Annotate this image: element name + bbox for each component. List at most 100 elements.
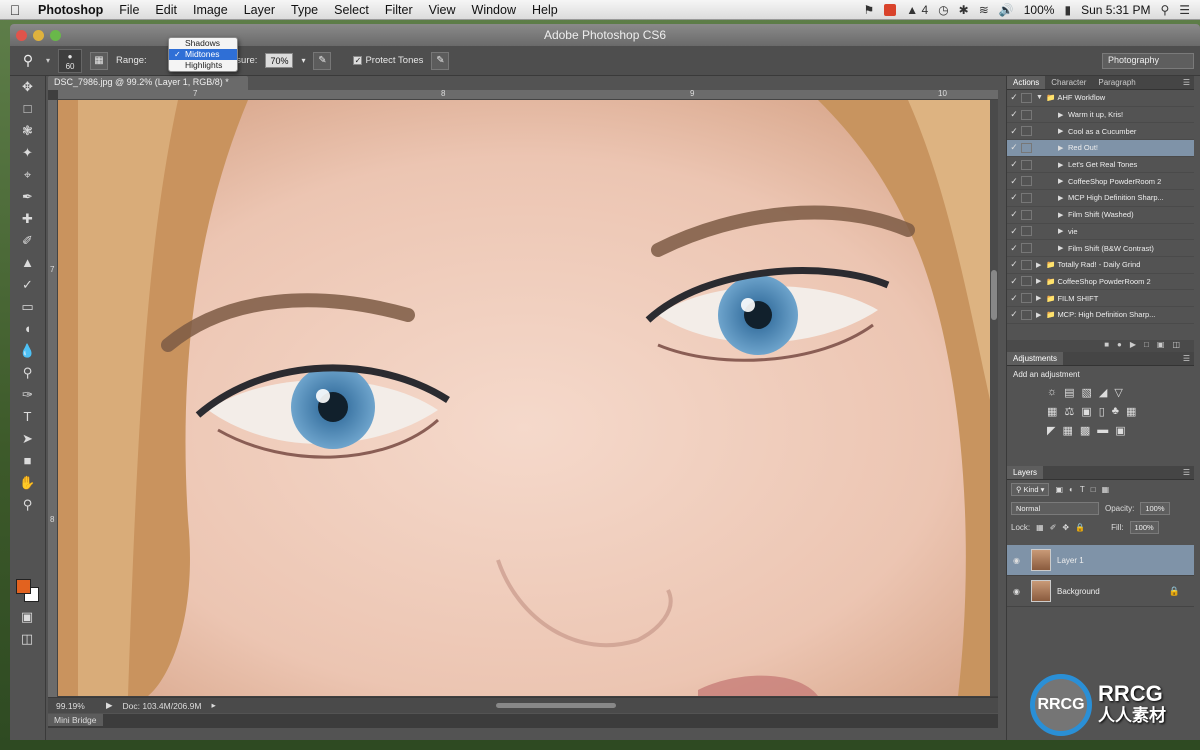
layer-kind-filter[interactable]: ⚲ Kind ▾ (1011, 483, 1050, 496)
vertical-scroll-thumb[interactable] (991, 270, 997, 320)
collapse-triangle-icon[interactable]: ▶ (1036, 294, 1046, 302)
spotlight-icon[interactable]: ⚲ (1160, 3, 1169, 17)
check-icon[interactable]: ✓ (1007, 109, 1021, 120)
check-icon[interactable]: ✓ (1007, 192, 1021, 203)
dialog-toggle[interactable] (1021, 126, 1032, 137)
quick-mask-icon[interactable]: ▣ (14, 607, 40, 627)
lasso-tool-icon[interactable]: ❃ (15, 121, 41, 141)
trash-icon[interactable]: ◫ (1172, 340, 1188, 349)
range-option-shadows[interactable]: Shadows (169, 38, 237, 49)
filter-shape-icon[interactable]: □ (1091, 485, 1096, 494)
horizontal-scrollbar[interactable] (495, 703, 616, 708)
fill-input[interactable]: 100% (1129, 521, 1159, 534)
action-set[interactable]: ✓ ▶ 📁 MCP: High Definition Sharp... (1007, 307, 1194, 324)
tool-preset-chevron-icon[interactable]: ▾ (46, 56, 50, 65)
foreground-color-swatch[interactable] (16, 579, 31, 594)
bluetooth-icon[interactable]: ✱ (959, 3, 969, 17)
menu-filter[interactable]: Filter (377, 3, 421, 17)
action-item[interactable]: ✓ ▶ MCP High Definition Sharp... (1007, 190, 1194, 207)
layer-row-layer-1[interactable]: ◉ Layer 1 (1007, 545, 1194, 576)
collapse-triangle-icon[interactable]: ▶ (1058, 127, 1068, 135)
dialog-toggle[interactable] (1021, 309, 1032, 320)
action-item[interactable]: ✓ ▶ Let's Get Real Tones (1007, 157, 1194, 174)
vertical-scrollbar[interactable] (990, 100, 998, 696)
action-item[interactable]: ✓ ▶ Warm it up, Kris! (1007, 107, 1194, 124)
check-icon[interactable]: ✓ (1007, 309, 1021, 320)
menu-edit[interactable]: Edit (147, 3, 185, 17)
protect-tones-checkbox[interactable]: ✓ (353, 56, 363, 65)
new-set-icon[interactable]: □ (1144, 340, 1157, 349)
action-item-selected[interactable]: ✓ ▶ Red Out! (1007, 140, 1194, 157)
action-set[interactable]: ✓ ▶ 📁 FILM SHIFT (1007, 290, 1194, 307)
dialog-toggle[interactable] (1021, 226, 1032, 237)
protect-tones-option[interactable]: ✓ Protect Tones (353, 55, 423, 66)
type-tool-icon[interactable]: T (15, 407, 41, 427)
dialog-toggle[interactable] (1021, 109, 1032, 120)
check-icon[interactable]: ✓ (1007, 92, 1021, 103)
collapse-triangle-icon[interactable]: ▶ (1036, 311, 1046, 319)
menu-file[interactable]: File (111, 3, 147, 17)
blend-mode-select[interactable]: Normal (1011, 502, 1099, 515)
time-machine-icon[interactable]: ◷ (938, 3, 948, 17)
layer-name[interactable]: Layer 1 (1057, 556, 1084, 565)
tab-layers[interactable]: Layers (1007, 466, 1044, 479)
dialog-toggle[interactable] (1021, 142, 1032, 153)
collapse-triangle-icon[interactable]: ▶ (1036, 277, 1046, 285)
lock-position-icon[interactable]: ✥ (1062, 523, 1069, 532)
zoom-button[interactable] (50, 29, 61, 41)
threshold-icon[interactable]: ▩ (1080, 424, 1090, 437)
shape-tool-icon[interactable]: ■ (15, 451, 41, 471)
collapse-triangle-icon[interactable]: ▶ (1058, 244, 1068, 252)
adobe-count[interactable]: ▲ 4 (906, 3, 928, 17)
dialog-toggle[interactable] (1021, 276, 1032, 287)
vibrance-icon[interactable]: ▽ (1114, 386, 1122, 399)
workspace-switcher[interactable]: Photography (1102, 52, 1194, 69)
exposure-chevron-icon[interactable]: ▾ (301, 56, 305, 65)
action-set[interactable]: ✓ ▶ 📁 Totally Rad! - Daily Grind (1007, 257, 1194, 274)
filter-adjustment-icon[interactable]: ◐ (1069, 485, 1074, 494)
action-item[interactable]: ✓ ▶ Film Shift (Washed) (1007, 207, 1194, 224)
exposure-input[interactable]: 70% (265, 53, 294, 68)
panel-menu-icon[interactable]: ☰ (1177, 76, 1194, 89)
action-set[interactable]: ✓ ▶ 📁 CoffeeShop PowderRoom 2 (1007, 274, 1194, 291)
check-icon[interactable]: ✓ (1007, 243, 1021, 254)
action-item[interactable]: ✓ ▶ Cool as a Cucumber (1007, 123, 1194, 141)
history-brush-tool-icon[interactable]: ✓ (15, 275, 41, 295)
dialog-toggle[interactable] (1021, 243, 1032, 254)
black-white-icon[interactable]: ▣ (1081, 405, 1091, 418)
dodge-tool-icon-box[interactable]: ⚲ (15, 363, 41, 383)
menu-image[interactable]: Image (185, 3, 236, 17)
pen-tool-icon[interactable]: ✑ (15, 385, 41, 405)
marquee-tool-icon[interactable]: □ (15, 99, 41, 119)
apple-icon[interactable]:  (0, 2, 30, 18)
airbrush-icon[interactable]: ✎ (313, 51, 332, 70)
exposure-icon[interactable]: ◢ (1099, 386, 1107, 399)
tab-actions[interactable]: Actions (1007, 76, 1046, 89)
hue-saturation-icon[interactable]: ▦ (1047, 405, 1057, 418)
screen-mode-icon[interactable]: ◫ (14, 629, 40, 649)
dialog-toggle[interactable] (1021, 259, 1032, 270)
play-icon[interactable]: ▶ (1130, 340, 1144, 349)
filter-pixel-icon[interactable]: ▣ (1055, 485, 1063, 494)
dialog-toggle[interactable] (1021, 176, 1032, 187)
blur-tool-icon[interactable]: 💧 (15, 341, 41, 361)
range-option-midtones[interactable]: Midtones (169, 49, 237, 60)
check-icon[interactable]: ✓ (1007, 259, 1021, 270)
new-action-icon[interactable]: ▣ (1157, 340, 1173, 349)
eraser-tool-icon[interactable]: ▭ (15, 297, 41, 317)
crop-tool-icon[interactable]: ⌖ (15, 165, 41, 185)
mini-bridge-tab[interactable]: Mini Bridge (48, 714, 103, 726)
adobe-cc-icon[interactable] (884, 3, 897, 16)
eyedropper-tool-icon[interactable]: ✒ (15, 187, 41, 207)
portrait-photo[interactable] (58, 100, 990, 696)
collapse-triangle-icon[interactable]: ▶ (1058, 194, 1068, 202)
lock-all-icon[interactable]: 🔒 (1075, 523, 1085, 532)
menu-layer[interactable]: Layer (236, 3, 283, 17)
layer-name[interactable]: Background (1057, 587, 1100, 596)
menu-help[interactable]: Help (524, 3, 566, 17)
layer-lock-icon[interactable]: 🔒 (1169, 586, 1180, 597)
lock-transparent-icon[interactable]: ▦ (1036, 523, 1044, 532)
close-button[interactable] (16, 29, 27, 41)
filter-smart-icon[interactable]: ▦ (1102, 485, 1110, 494)
channel-mixer-icon[interactable]: ♣ (1112, 405, 1119, 418)
